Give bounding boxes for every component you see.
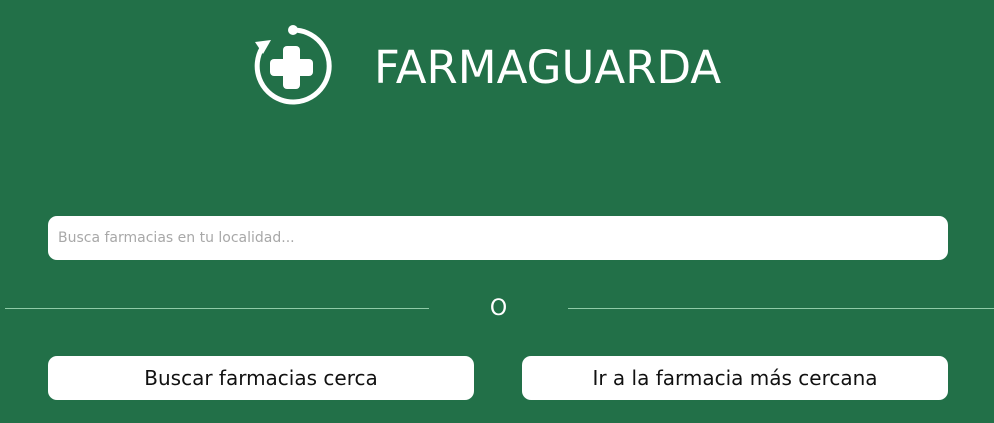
divider-line-left	[5, 308, 429, 309]
pharmacy-cross-refresh-icon	[254, 25, 332, 105]
app-title: FARMAGUARDA	[374, 41, 722, 94]
divider-line-right	[568, 308, 994, 309]
divider-or-label: O	[489, 296, 508, 321]
search-nearby-pharmacies-button[interactable]: Buscar farmacias cerca	[48, 356, 474, 400]
go-to-nearest-pharmacy-button[interactable]: Ir a la farmacia más cercana	[522, 356, 948, 400]
search-input[interactable]	[48, 216, 948, 260]
app-header: FARMAGUARDA	[0, 0, 994, 120]
